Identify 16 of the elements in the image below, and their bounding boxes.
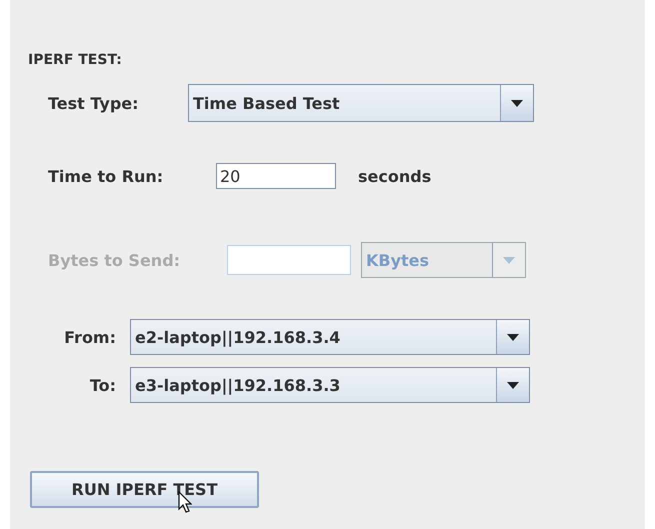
dropdown[interactable]: e2-laptop||192.168.3.4: [130, 319, 530, 355]
dropdown-arrow-icon: [507, 334, 519, 340]
field-label: Bytes to Send:: [48, 250, 182, 270]
input-field[interactable]: 20: [216, 163, 336, 189]
field-label: From:: [63, 328, 117, 346]
field-label: Test Type:: [48, 94, 140, 112]
dropdown-arrow-icon: [503, 256, 515, 264]
dropdown-arrow-icon: [511, 100, 523, 106]
field-label: To:: [88, 376, 117, 394]
field-label: Time to Run:: [48, 166, 164, 186]
dropdown[interactable]: e3-laptop||192.168.3.3: [130, 367, 530, 403]
unit-label: seconds: [358, 166, 432, 186]
run-button[interactable]: RUN IPERF TEST: [30, 471, 259, 508]
section-title: IPERF TEST:: [28, 51, 123, 70]
dropdown-arrow-icon: [507, 382, 519, 388]
dropdown[interactable]: Time Based Test: [188, 84, 534, 122]
